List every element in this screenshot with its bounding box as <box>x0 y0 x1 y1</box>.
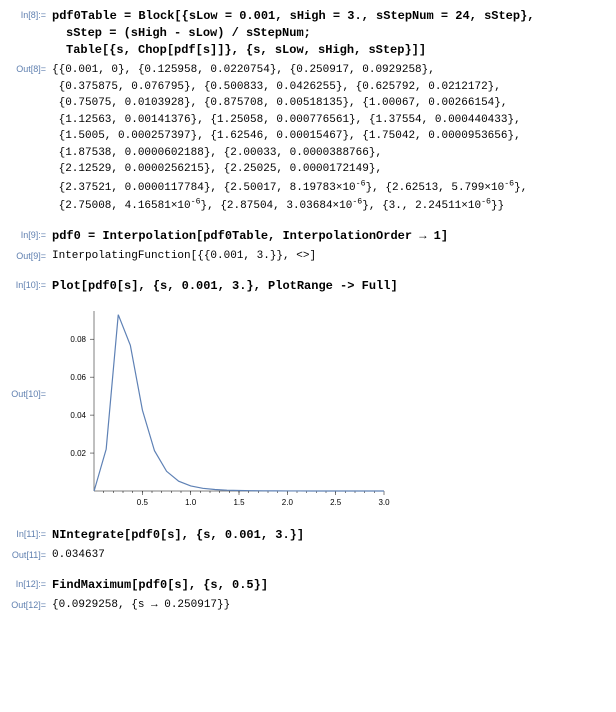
output-plot: 0.5 1.0 1.5 2.0 2.5 3.0 0.02 0.04 0.06 0.08 <box>52 299 608 517</box>
input-cell-12: In[12]:= FindMaximum[pdf0[s], {s, 0.5}] <box>8 577 608 594</box>
svg-text:3.0: 3.0 <box>378 498 390 507</box>
in-label: In[10]:= <box>8 278 52 290</box>
svg-text:2.5: 2.5 <box>330 498 342 507</box>
in-label: In[11]:= <box>8 527 52 539</box>
input-content: NIntegrate[pdf0[s], {s, 0.001, 3.}] <box>52 527 608 544</box>
svg-text:2.0: 2.0 <box>282 498 294 507</box>
in-label: In[9]:= <box>8 228 52 240</box>
code-line: sStep = (sHigh - sLow) / sStepNum; <box>52 25 608 42</box>
out-label: Out[10]= <box>8 299 52 399</box>
input-content: pdf0Table = Block[{sLow = 0.001, sHigh =… <box>52 8 608 58</box>
output-content: 0.034637 <box>52 548 608 563</box>
output-cell-9: Out[9]= InterpolatingFunction[{{0.001, 3… <box>8 249 608 264</box>
out-label: Out[11]= <box>8 548 52 560</box>
input-cell-10: In[10]:= Plot[pdf0[s], {s, 0.001, 3.}, P… <box>8 278 608 295</box>
input-content: pdf0 = Interpolation[pdf0Table, Interpol… <box>52 228 608 245</box>
svg-text:0.08: 0.08 <box>70 335 86 344</box>
svg-text:0.06: 0.06 <box>70 373 86 382</box>
output-cell-12: Out[12]= {0.0929258, {s → 0.250917}} <box>8 598 608 613</box>
output-content: InterpolatingFunction[{{0.001, 3.}}, <>] <box>52 249 608 264</box>
plot-chart: 0.5 1.0 1.5 2.0 2.5 3.0 0.02 0.04 0.06 0.08 <box>52 303 392 513</box>
svg-text:0.5: 0.5 <box>137 498 149 507</box>
input-cell-11: In[11]:= NIntegrate[pdf0[s], {s, 0.001, … <box>8 527 608 544</box>
in-label: In[12]:= <box>8 577 52 589</box>
input-content: FindMaximum[pdf0[s], {s, 0.5}] <box>52 577 608 594</box>
in-label: In[8]:= <box>8 8 52 20</box>
output-cell-11: Out[11]= 0.034637 <box>8 548 608 563</box>
svg-text:0.04: 0.04 <box>70 411 86 420</box>
svg-text:1.5: 1.5 <box>233 498 245 507</box>
input-cell-8: In[8]:= pdf0Table = Block[{sLow = 0.001,… <box>8 8 608 58</box>
out-label: Out[9]= <box>8 249 52 261</box>
output-cell-8: Out[8]= {{0.001, 0}, {0.125958, 0.022075… <box>8 62 608 214</box>
output-data: {{0.001, 0}, {0.125958, 0.0220754}, {0.2… <box>52 64 527 211</box>
output-cell-10: Out[10]= 0.51.01.52.02.53.00.020.040.060… <box>8 299 608 517</box>
svg-text:1.0: 1.0 <box>185 498 197 507</box>
out-label: Out[12]= <box>8 598 52 610</box>
code-line: pdf0Table = Block[{sLow = 0.001, sHigh =… <box>52 8 608 25</box>
input-content: Plot[pdf0[s], {s, 0.001, 3.}, PlotRange … <box>52 278 608 295</box>
input-cell-9: In[9]:= pdf0 = Interpolation[pdf0Table, … <box>8 228 608 245</box>
out-label: Out[8]= <box>8 62 52 74</box>
code-line: Table[{s, Chop[pdf[s]]}, {s, sLow, sHigh… <box>52 42 608 59</box>
output-content: {0.0929258, {s → 0.250917}} <box>52 598 608 613</box>
svg-text:0.02: 0.02 <box>70 449 86 458</box>
output-content: {{0.001, 0}, {0.125958, 0.0220754}, {0.2… <box>52 62 608 214</box>
